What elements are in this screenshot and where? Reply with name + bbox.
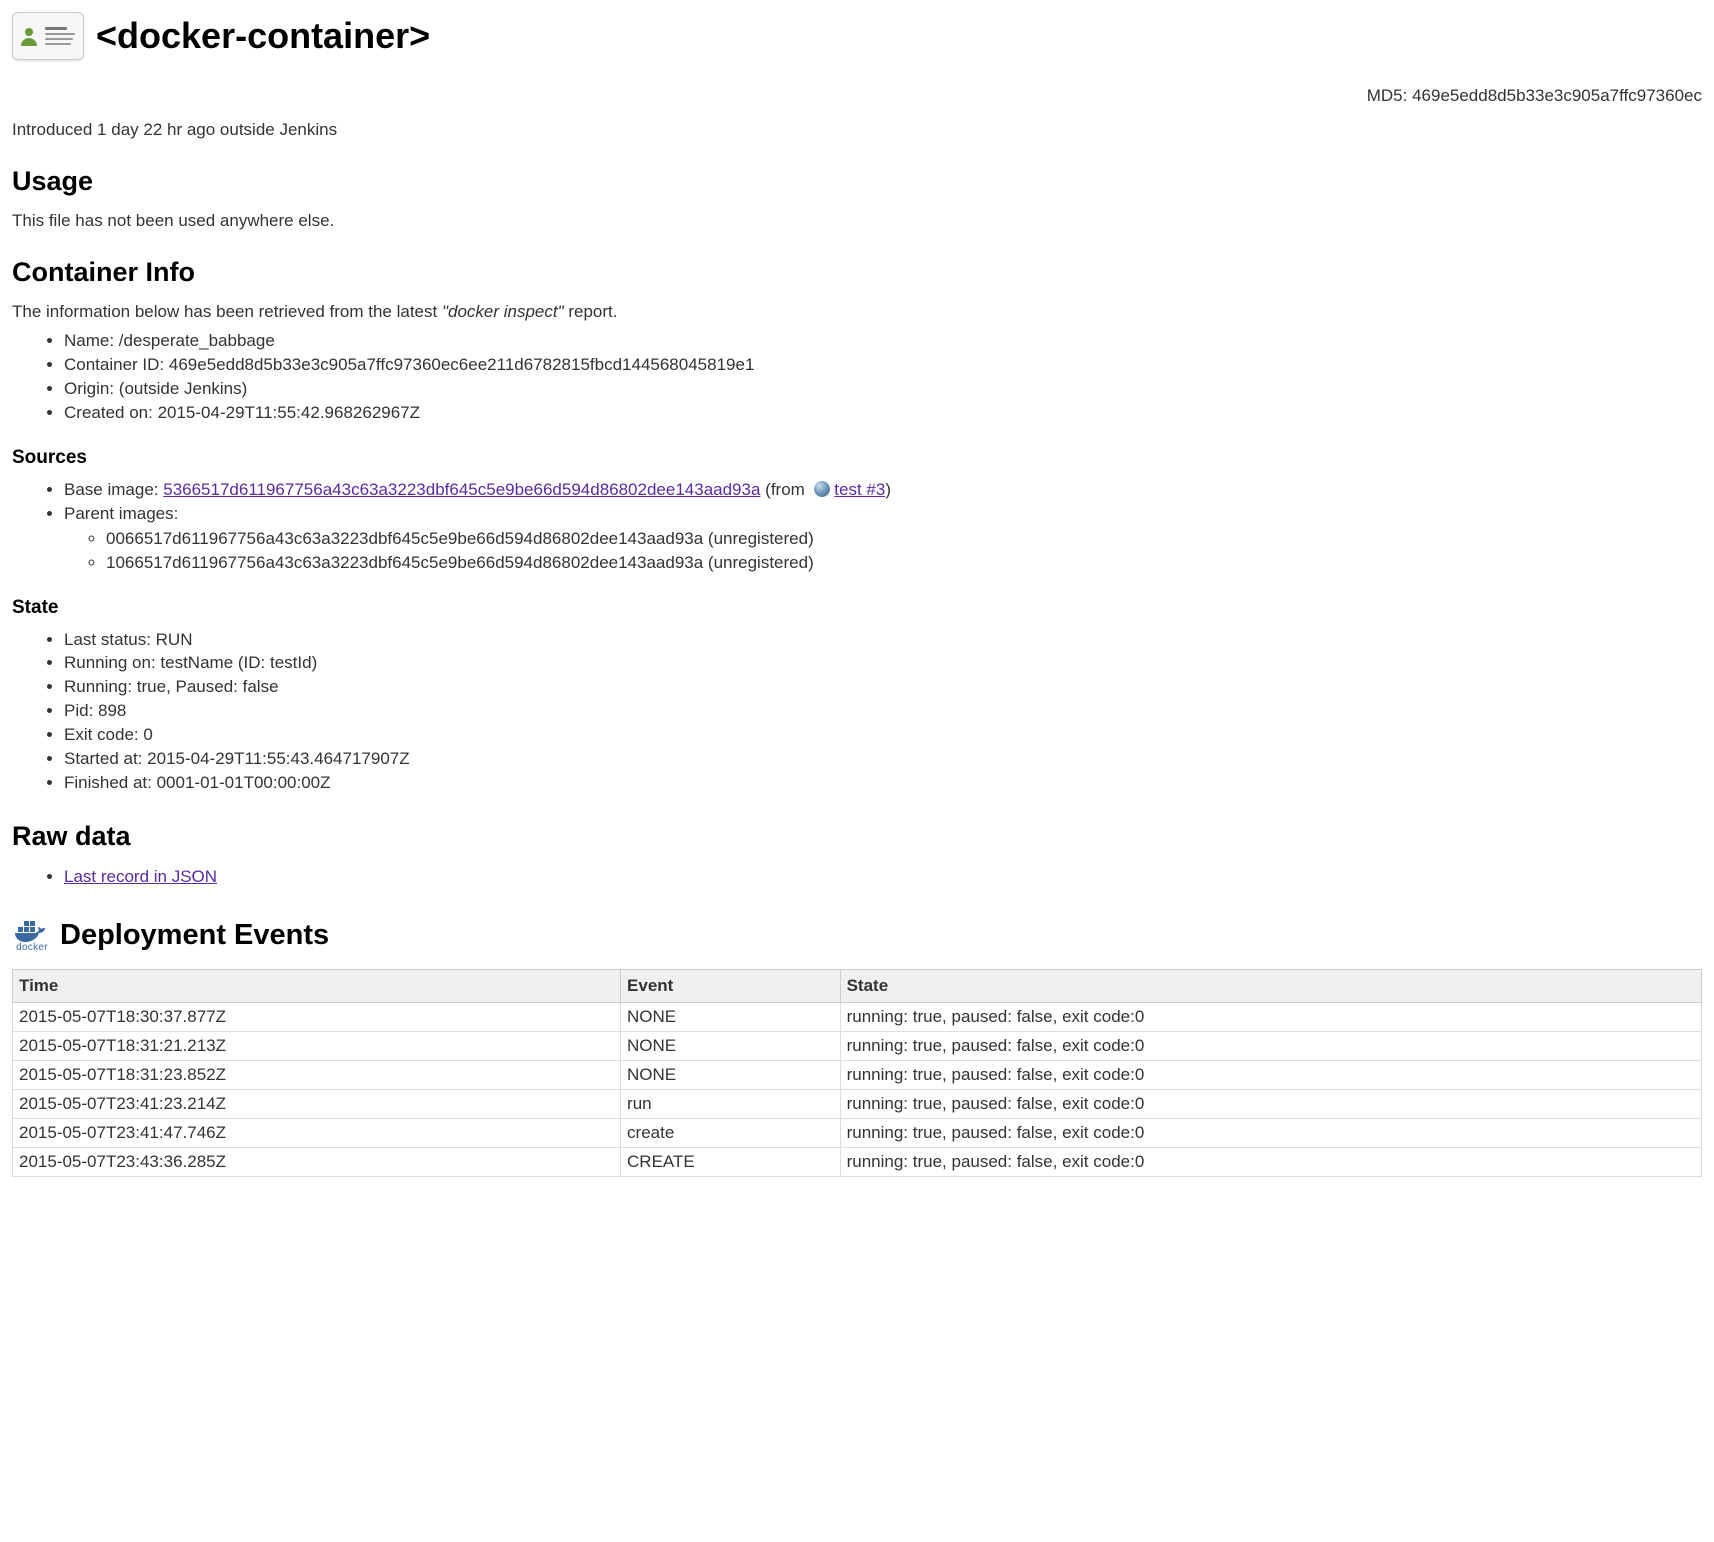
deployment-events-header: docker Deployment Events <box>12 917 1702 953</box>
list-item: Running: true, Paused: false <box>64 676 1702 699</box>
page-title: <docker-container> <box>96 15 430 57</box>
label: Parent images: <box>64 504 178 523</box>
table-header-row: Time Event State <box>13 970 1702 1003</box>
value: /desperate_babbage <box>119 331 275 350</box>
table-row: 2015-05-07T18:31:21.213ZNONErunning: tru… <box>13 1032 1702 1061</box>
table-row: 2015-05-07T23:41:23.214Zrunrunning: true… <box>13 1090 1702 1119</box>
state-list: Last status: RUN Running on: testName (I… <box>12 629 1702 796</box>
cell-event: NONE <box>621 1003 841 1032</box>
cell-event: NONE <box>621 1061 841 1090</box>
cell-event: create <box>621 1119 841 1148</box>
docker-icon-label: docker <box>16 942 48 953</box>
fingerprint-icon <box>12 12 84 60</box>
list-item: Pid: 898 <box>64 700 1702 723</box>
list-item: Finished at: 0001-01-01T00:00:00Z <box>64 772 1702 795</box>
cell-time: 2015-05-07T23:41:23.214Z <box>13 1090 621 1119</box>
usage-body: This file has not been used anywhere els… <box>12 211 1702 231</box>
cell-state: running: true, paused: false, exit code:… <box>840 1148 1701 1177</box>
container-info-intro: The information below has been retrieved… <box>12 302 1702 322</box>
cell-state: running: true, paused: false, exit code:… <box>840 1090 1701 1119</box>
container-info-intro-prefix: The information below has been retrieved… <box>12 302 442 321</box>
usage-heading: Usage <box>12 166 1702 197</box>
cell-state: running: true, paused: false, exit code:… <box>840 1003 1701 1032</box>
raw-json-link[interactable]: Last record in JSON <box>64 867 217 886</box>
introduced-text: Introduced 1 day 22 hr ago outside Jenki… <box>12 120 1702 140</box>
parent-images-list: 0066517d611967756a43c63a3223dbf645c5e9be… <box>64 528 1702 575</box>
list-item: Started at: 2015-04-29T11:55:43.46471790… <box>64 748 1702 771</box>
docker-icon: docker <box>12 917 52 953</box>
cell-event: NONE <box>621 1032 841 1061</box>
table-row: 2015-05-07T23:41:47.746Zcreaterunning: t… <box>13 1119 1702 1148</box>
raw-data-heading: Raw data <box>12 821 1702 852</box>
base-image-link[interactable]: 5366517d611967756a43c63a3223dbf645c5e9be… <box>163 480 760 499</box>
cell-state: running: true, paused: false, exit code:… <box>840 1032 1701 1061</box>
list-item: Container ID: 469e5edd8d5b33e3c905a7ffc9… <box>64 354 1702 377</box>
deployment-events-heading: Deployment Events <box>60 919 329 952</box>
cell-time: 2015-05-07T18:31:23.852Z <box>13 1061 621 1090</box>
page-header: <docker-container> <box>12 12 1702 60</box>
from-prefix: (from <box>760 480 809 499</box>
table-row: 2015-05-07T18:30:37.877ZNONErunning: tru… <box>13 1003 1702 1032</box>
list-item: Running on: testName (ID: testId) <box>64 652 1702 675</box>
raw-data-list: Last record in JSON <box>12 866 1702 889</box>
list-item: Created on: 2015-04-29T11:55:42.96826296… <box>64 402 1702 425</box>
list-item: Last status: RUN <box>64 629 1702 652</box>
container-info-list: Name: /desperate_babbage Container ID: 4… <box>12 330 1702 425</box>
deployment-events-table: Time Event State 2015-05-07T18:30:37.877… <box>12 969 1702 1177</box>
label: Created on: <box>64 403 158 422</box>
container-info-heading: Container Info <box>12 257 1702 288</box>
list-item: Origin: (outside Jenkins) <box>64 378 1702 401</box>
table-row: 2015-05-07T18:31:23.852ZNONErunning: tru… <box>13 1061 1702 1090</box>
list-item: Exit code: 0 <box>64 724 1702 747</box>
cell-time: 2015-05-07T18:31:21.213Z <box>13 1032 621 1061</box>
label: Base image: <box>64 480 163 499</box>
label: Origin: <box>64 379 119 398</box>
list-item: Name: /desperate_babbage <box>64 330 1702 353</box>
value: 2015-04-29T11:55:42.968262967Z <box>158 403 420 422</box>
table-row: 2015-05-07T23:43:36.285ZCREATErunning: t… <box>13 1148 1702 1177</box>
label: Name: <box>64 331 119 350</box>
value: 469e5edd8d5b33e3c905a7ffc97360ec6ee211d6… <box>169 355 755 374</box>
md5-label: MD5: <box>1367 86 1412 105</box>
value: (outside Jenkins) <box>119 379 248 398</box>
col-time: Time <box>13 970 621 1003</box>
col-event: Event <box>621 970 841 1003</box>
cell-state: running: true, paused: false, exit code:… <box>840 1061 1701 1090</box>
cell-event: run <box>621 1090 841 1119</box>
md5-line: MD5: 469e5edd8d5b33e3c905a7ffc97360ec <box>12 86 1702 106</box>
state-heading: State <box>12 597 1702 619</box>
container-info-intro-quoted: "docker inspect" <box>442 302 564 321</box>
list-item: Last record in JSON <box>64 866 1702 889</box>
sources-heading: Sources <box>12 447 1702 469</box>
cell-time: 2015-05-07T23:41:47.746Z <box>13 1119 621 1148</box>
from-suffix: ) <box>885 480 891 499</box>
list-item: 1066517d611967756a43c63a3223dbf645c5e9be… <box>106 552 1702 575</box>
cell-event: CREATE <box>621 1148 841 1177</box>
label: Container ID: <box>64 355 169 374</box>
cell-time: 2015-05-07T18:30:37.877Z <box>13 1003 621 1032</box>
sources-list: Base image: 5366517d611967756a43c63a3223… <box>12 479 1702 575</box>
list-item: 0066517d611967756a43c63a3223dbf645c5e9be… <box>106 528 1702 551</box>
cell-state: running: true, paused: false, exit code:… <box>840 1119 1701 1148</box>
cell-time: 2015-05-07T23:43:36.285Z <box>13 1148 621 1177</box>
list-item: Base image: 5366517d611967756a43c63a3223… <box>64 479 1702 502</box>
build-link[interactable]: test #3 <box>834 480 885 499</box>
col-state: State <box>840 970 1701 1003</box>
md5-value: 469e5edd8d5b33e3c905a7ffc97360ec <box>1412 86 1702 105</box>
list-item: Parent images: 0066517d611967756a43c63a3… <box>64 503 1702 575</box>
container-info-intro-suffix: report. <box>564 302 618 321</box>
build-status-icon <box>814 481 830 497</box>
